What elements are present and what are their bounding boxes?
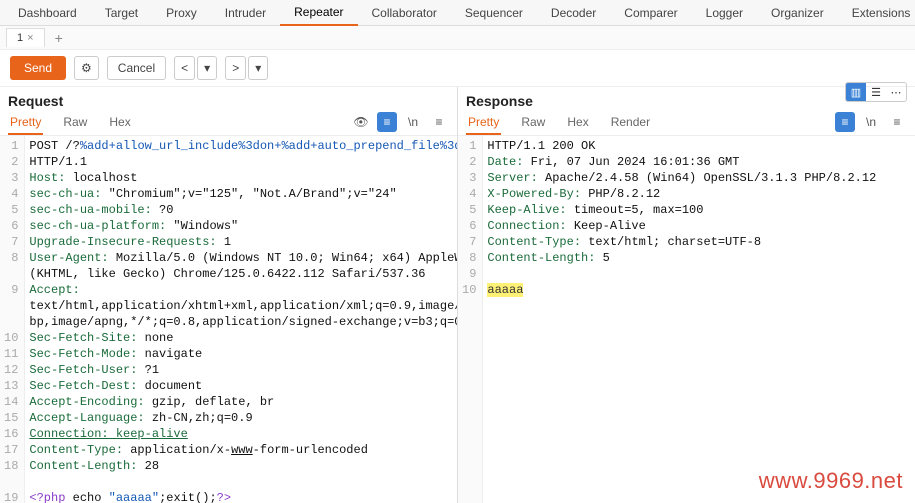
view-tab-hex[interactable]: Hex [107,111,132,135]
main-tabs: DashboardTargetProxyIntruderRepeaterColl… [0,0,915,26]
view-tab-hex[interactable]: Hex [565,111,590,135]
response-viewer[interactable]: 12345678910 HTTP/1.1 200 OKDate: Fri, 07… [458,136,915,503]
top-tab-extensions[interactable]: Extensions [838,1,915,25]
top-tab-sequencer[interactable]: Sequencer [451,1,537,25]
send-button[interactable]: Send [10,56,66,80]
top-tab-intruder[interactable]: Intruder [211,1,280,25]
request-title: Request [8,93,63,109]
history-prev-button[interactable]: < [174,56,195,80]
response-pane: Response Pretty Raw Hex Render ≡ \n ≡ 12345… [458,87,915,503]
view-tab-raw[interactable]: Raw [61,111,89,135]
top-tab-dashboard[interactable]: Dashboard [4,1,91,25]
history-next-button[interactable]: > [225,56,246,80]
request-editor[interactable]: 12345678910111213141516171819 POST /?%ad… [0,136,457,503]
top-tab-decoder[interactable]: Decoder [537,1,610,25]
gear-icon: ⚙ [81,61,92,75]
inspector-icon[interactable]: ≡ [429,112,449,132]
sub-tab-label: 1 [17,32,23,44]
layout-toggle: ▥ ☰ ⋯ [845,82,907,102]
top-tab-comparer[interactable]: Comparer [610,1,691,25]
view-tab-raw[interactable]: Raw [519,111,547,135]
view-tab-pretty[interactable]: Pretty [8,111,43,135]
inspector-icon[interactable]: ≡ [887,112,907,132]
top-tab-target[interactable]: Target [91,1,152,25]
layout-more-icon[interactable]: ⋯ [886,83,906,101]
request-view-tabs: Pretty Raw Hex 👁 ≡ \n ≡ [0,111,457,136]
chevron-right-icon: > [232,61,239,75]
add-tab-button[interactable]: + [47,27,71,49]
watermark-text: www.9969.net [759,468,903,494]
request-gutter: 12345678910111213141516171819 [0,136,25,503]
response-title: Response [466,93,533,109]
layout-rows-icon[interactable]: ☰ [866,83,886,101]
response-view-tabs: Pretty Raw Hex Render ≡ \n ≡ [458,111,915,136]
history-dropdown-button[interactable]: ▾ [197,56,217,80]
view-tab-render[interactable]: Render [609,111,652,135]
view-tab-pretty[interactable]: Pretty [466,111,501,135]
request-pane: Request Pretty Raw Hex 👁 ≡ \n ≡ 1234567891… [0,87,458,503]
hide-icon[interactable]: 👁 [351,112,371,132]
response-gutter: 12345678910 [458,136,483,503]
top-tab-proxy[interactable]: Proxy [152,1,211,25]
top-tab-repeater[interactable]: Repeater [280,0,357,26]
layout-columns-icon[interactable]: ▥ [846,83,866,101]
chevron-left-icon: < [181,61,188,75]
top-tab-organizer[interactable]: Organizer [757,1,838,25]
top-tab-logger[interactable]: Logger [692,1,757,25]
newline-icon[interactable]: \n [403,112,423,132]
top-tab-collaborator[interactable]: Collaborator [358,1,451,25]
newline-icon[interactable]: \n [861,112,881,132]
chevron-down-icon: ▾ [204,61,210,75]
request-code[interactable]: POST /?%add+allow_url_include%3don+%add+… [25,136,457,503]
settings-button[interactable]: ⚙ [74,56,99,80]
sub-tab-1[interactable]: 1 × [6,28,45,47]
cancel-button[interactable]: Cancel [107,56,166,80]
chevron-down-icon: ▾ [255,61,261,75]
repeater-toolbar: Send ⚙ Cancel < ▾ > ▾ [0,50,915,87]
response-code: HTTP/1.1 200 OKDate: Fri, 07 Jun 2024 16… [483,136,915,503]
history-next-dropdown-button[interactable]: ▾ [248,56,268,80]
wrap-icon[interactable]: ≡ [835,112,855,132]
wrap-icon[interactable]: ≡ [377,112,397,132]
repeater-sub-tabs: 1 × + [0,26,915,50]
close-icon[interactable]: × [27,32,33,44]
